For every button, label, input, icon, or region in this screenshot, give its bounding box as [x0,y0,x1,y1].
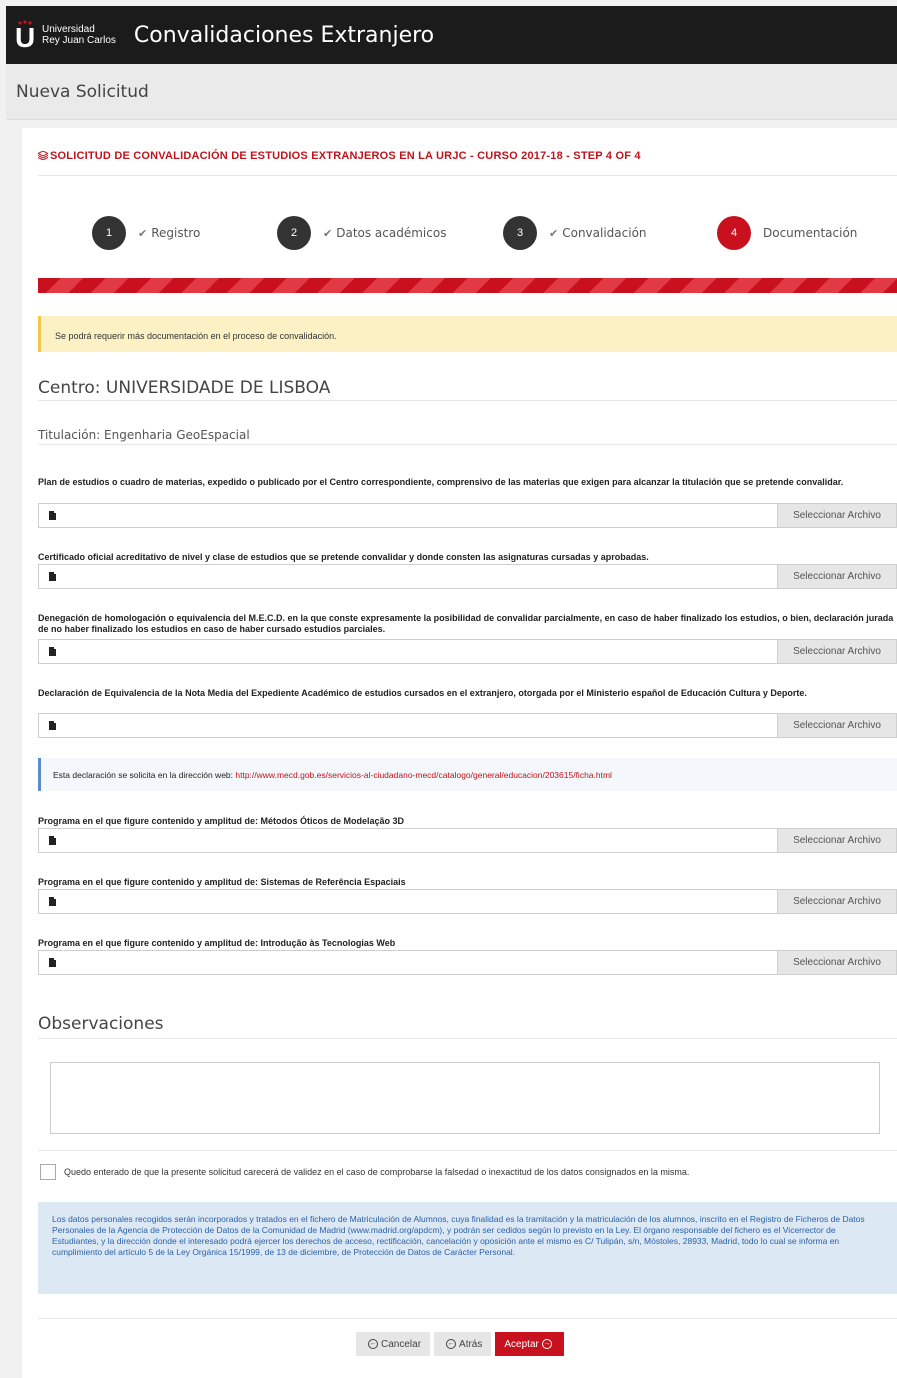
university-logo[interactable]: U Universidad Rey Juan Carlos [14,20,116,53]
app-title: Convalidaciones Extranjero [133,22,435,48]
cancel-button[interactable]: ← Cancelar [356,1332,431,1356]
divider [38,175,897,176]
step-label: Documentación [763,226,858,240]
file-icon [49,896,57,906]
accept-button[interactable]: Aceptar → [495,1332,564,1356]
info-alert: Esta declaración se solicita en la direc… [38,758,897,791]
mecd-link[interactable]: http://www.mecd.gob.es/servicios-al-ciud… [235,770,612,780]
university-line-2: Rey Juan Carlos [42,35,116,46]
divider [38,444,897,445]
select-file-button[interactable]: Seleccionar Archivo [777,640,896,663]
arrow-right-circle-icon: → [541,1339,552,1349]
step-number: 2 [277,216,311,250]
select-file-button[interactable]: Seleccionar Archivo [777,565,896,588]
titulacion-heading: Titulación: Engenharia GeoEspacial [38,428,250,442]
file-upload-programa-1: Seleccionar Archivo [38,828,897,853]
info-text: Esta declaración se solicita en la direc… [53,770,236,780]
document-label: Programa en el que figure contenido y am… [38,877,406,887]
check-icon: ✔ [549,227,559,240]
file-upload-programa-3: Seleccionar Archivo [38,950,897,975]
top-bar: U Universidad Rey Juan Carlos Convalidac… [6,6,897,64]
form-title-text: SOLICITUD DE CONVALIDACIÓN DE ESTUDIOS E… [50,150,641,162]
file-path-field[interactable] [39,504,777,527]
file-upload-plan-estudios: Seleccionar Archivo [38,503,897,528]
observaciones-textarea[interactable] [50,1062,880,1134]
consent-text: Quedo enterado de que la presente solici… [64,1167,690,1177]
file-upload-declaracion-equivalencia: Seleccionar Archivo [38,713,897,738]
file-icon [49,510,57,520]
file-icon [49,720,57,730]
file-upload-certificado: Seleccionar Archivo [38,564,897,589]
step-2: 2 ✔ Datos académicos [277,216,446,250]
file-icon [49,835,57,845]
file-path-field[interactable] [39,951,777,974]
step-label: Datos académicos [336,226,447,240]
arrow-left-circle-icon: ← [446,1339,457,1349]
warning-alert: Se podrá requerir más documentación en e… [38,316,897,352]
divider [38,1038,897,1039]
file-icon [49,646,57,656]
step-number: 1 [92,216,126,250]
file-path-field[interactable] [39,890,777,913]
document-label: Plan de estudios o cuadro de materias, e… [38,477,844,487]
check-icon: ✔ [138,227,148,240]
file-path-field[interactable] [39,640,777,663]
form-actions: ← Cancelar ← Atrás Aceptar → [356,1332,564,1356]
select-file-button[interactable]: Seleccionar Archivo [777,951,896,974]
select-file-button[interactable]: Seleccionar Archivo [777,890,896,913]
file-upload-denegacion: Seleccionar Archivo [38,639,897,664]
logo-letter: U [15,22,36,53]
select-file-button[interactable]: Seleccionar Archivo [777,829,896,852]
step-label: Registro [151,226,201,240]
page-subheader: Nueva Solicitud [6,64,897,120]
step-3: 3 ✔ Convalidación [503,216,647,250]
observaciones-heading: Observaciones [38,1014,164,1034]
file-path-field[interactable] [39,565,777,588]
form-card: SOLICITUD DE CONVALIDACIÓN DE ESTUDIOS E… [22,128,897,1378]
progress-bar [38,278,897,293]
page-title: Nueva Solicitud [16,82,149,102]
file-path-field[interactable] [39,714,777,737]
arrow-left-circle-icon: ← [368,1339,378,1349]
file-path-field[interactable] [39,829,777,852]
centro-heading: Centro: UNIVERSIDADE DE LISBOA [38,378,331,398]
urjc-logo-icon: U [14,20,36,53]
step-number: 3 [503,216,537,250]
divider [38,1150,897,1151]
document-label: Denegación de homologación o equivalenci… [38,613,894,634]
document-label: Declaración de Equivalencia de la Nota M… [38,688,807,698]
step-number: 4 [717,216,751,250]
divider [38,400,897,401]
file-upload-programa-2: Seleccionar Archivo [38,889,897,914]
step-1: 1 ✔ Registro [92,216,200,250]
divider [38,1318,897,1319]
select-file-button[interactable]: Seleccionar Archivo [777,714,896,737]
step-4: 4 Documentación [717,216,857,250]
file-icon [49,957,57,967]
document-label: Programa en el que figure contenido y am… [38,816,405,826]
back-button[interactable]: ← Atrás [434,1332,492,1356]
file-icon [49,571,57,581]
document-label: Programa en el que figure contenido y am… [38,938,396,948]
check-icon: ✔ [323,227,333,240]
step-label: Convalidación [562,226,647,240]
form-title: SOLICITUD DE CONVALIDACIÓN DE ESTUDIOS E… [36,150,641,162]
university-line-1: Universidad [42,24,95,35]
university-name: Universidad Rey Juan Carlos [42,24,116,46]
select-file-button[interactable]: Seleccionar Archivo [777,504,896,527]
layers-icon [36,150,50,161]
document-label: Certificado oficial acreditativo de nive… [38,552,649,562]
consent-row: Quedo enterado de que la presente solici… [40,1164,689,1180]
legal-notice: Los datos personales recogidos serán inc… [38,1202,897,1294]
consent-checkbox[interactable] [40,1164,56,1180]
